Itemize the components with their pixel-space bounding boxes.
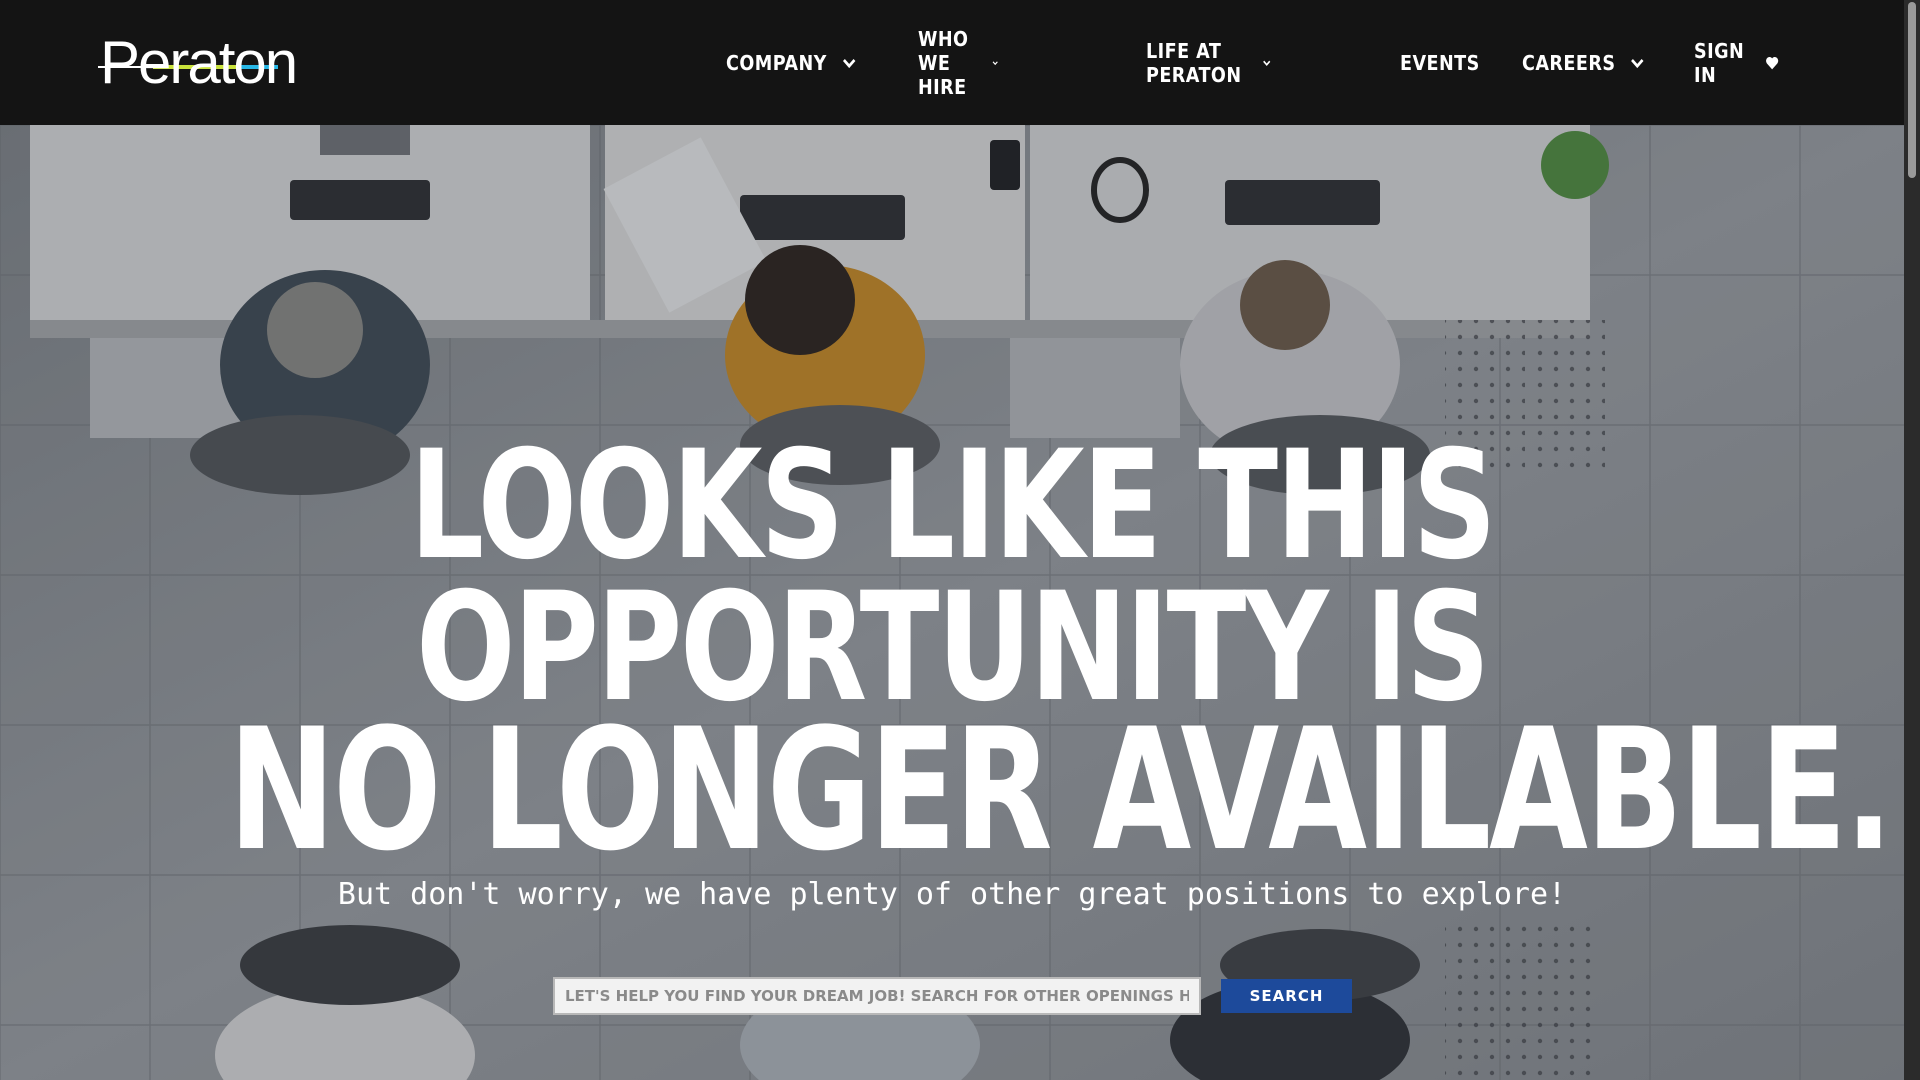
sign-in-label: SIGN IN [1694, 38, 1745, 87]
site-header: Peraton COMPANY WHO WE HIRE LIFE AT PERA… [0, 0, 1904, 125]
nav-label: COMPANY [726, 50, 827, 75]
logo-text: Peraton [100, 29, 298, 96]
nav-item-who-we-hire[interactable]: WHO WE HIRE [918, 27, 998, 99]
nav-label: CAREERS [1522, 50, 1616, 75]
chevron-down-icon [842, 58, 856, 68]
job-search-form: SEARCH [553, 977, 1352, 1015]
chevron-down-icon [992, 60, 998, 65]
peraton-logo[interactable]: Peraton [98, 29, 345, 96]
scrollbar-thumb[interactable] [1908, 2, 1916, 178]
page-scrollbar[interactable] [1904, 0, 1920, 1080]
sign-in-link[interactable]: SIGN IN [1694, 39, 1779, 87]
headline-line-1: LOOKS LIKE THIS [409, 419, 1497, 593]
headline-line-3: NO LONGER AVAILABLE. [228, 692, 1893, 888]
heart-icon[interactable] [1766, 53, 1780, 73]
page-headline: LOOKS LIKE THIS OPPORTUNITY IS NO LONGER… [0, 419, 1904, 888]
nav-label: WHO WE HIRE [918, 26, 969, 99]
nav-label: EVENTS [1400, 50, 1480, 75]
chevron-down-icon [1631, 58, 1644, 68]
chevron-down-icon [1263, 60, 1271, 66]
search-button[interactable]: SEARCH [1221, 979, 1352, 1013]
headline-subtext: But don't worry, we have plenty of other… [337, 877, 1567, 912]
nav-item-life-at-peraton[interactable]: LIFE AT PERATON [1146, 39, 1271, 87]
nav-item-careers[interactable]: CAREERS [1522, 51, 1645, 75]
job-search-input[interactable] [553, 977, 1201, 1015]
nav-item-company[interactable]: COMPANY [726, 51, 857, 75]
nav-label: LIFE AT PERATON [1146, 38, 1242, 87]
hero-section: LOOKS LIKE THIS OPPORTUNITY IS NO LONGER… [0, 125, 1904, 1080]
nav-item-events[interactable]: EVENTS [1400, 51, 1480, 75]
